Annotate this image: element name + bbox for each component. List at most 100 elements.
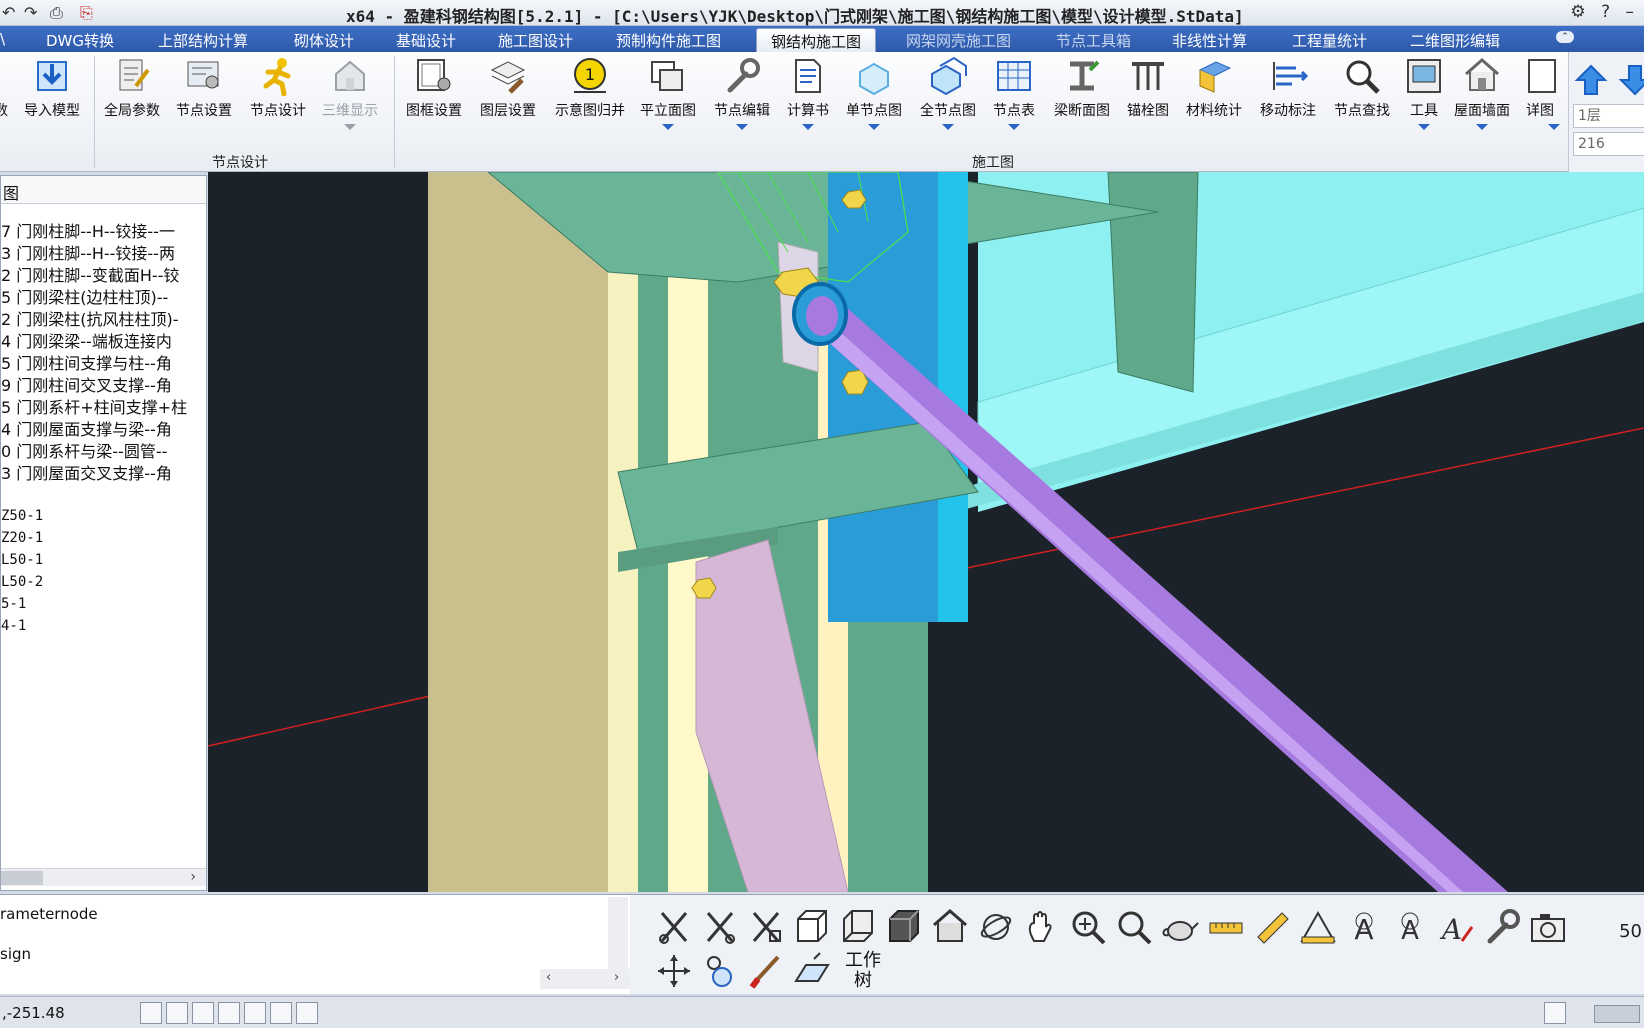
home-view-icon[interactable] <box>930 907 970 947</box>
tree-item[interactable]: 9 门刚柱间交叉支撑--角 <box>1 376 172 396</box>
roof-wall-button[interactable]: 屋面墙面 <box>1446 56 1518 142</box>
tree-item[interactable]: 4 门刚梁梁--端板连接内 <box>1 332 172 352</box>
minimize-icon[interactable]: – <box>1626 2 1635 22</box>
scroll-thumb[interactable] <box>1 871 43 885</box>
calc-book-button[interactable]: 计算书 <box>772 56 844 142</box>
3d-display-button[interactable]: 三维显示 <box>314 56 386 142</box>
tree-item[interactable]: 3 门刚柱脚--H--铰接--两 <box>1 244 175 264</box>
partial-button[interactable]: 数 <box>0 56 10 142</box>
tree-code-item[interactable]: L50-1 <box>1 550 43 570</box>
redo-icon[interactable]: ↷ <box>24 3 37 22</box>
tree-item[interactable]: 5 门刚系杆+柱间支撑+柱 <box>1 398 187 418</box>
tab-upper-structure[interactable]: 上部结构计算 <box>158 30 248 51</box>
frame-settings-button[interactable]: 图框设置 <box>398 56 470 142</box>
tree-item[interactable]: 0 门刚系杆与梁--圆管-- <box>1 442 167 462</box>
text-edit-icon[interactable]: A <box>1436 907 1476 947</box>
move-icon[interactable] <box>654 951 694 991</box>
zoom-slider[interactable] <box>1594 1005 1640 1023</box>
tree-item[interactable]: 5 门刚柱间支撑与柱--角 <box>1 354 172 374</box>
snap-icon[interactable] <box>140 1002 162 1024</box>
floor-up-icon[interactable] <box>1573 62 1609 98</box>
measure-icon[interactable] <box>1206 907 1246 947</box>
angle-measure-icon[interactable] <box>1298 907 1338 947</box>
close-file-icon[interactable]: ⎘ <box>80 3 93 23</box>
help-icon[interactable]: ? <box>1601 2 1610 22</box>
pan-icon[interactable] <box>1022 907 1062 947</box>
tree-code-item[interactable]: Z20-1 <box>1 528 43 548</box>
render-teapot-icon[interactable] <box>1160 907 1200 947</box>
tab-foundation[interactable]: 基础设计 <box>396 30 456 51</box>
global-params-button[interactable]: 全局参数 <box>96 56 168 142</box>
chevron-right-icon[interactable]: › <box>190 869 196 885</box>
paint-brush-icon[interactable] <box>746 951 786 991</box>
tab-node-toolbox[interactable]: 节点工具箱 <box>1056 30 1131 51</box>
import-model-button[interactable]: 导入模型 <box>16 56 88 142</box>
diagram-merge-button[interactable]: 1 示意图归并 <box>550 56 630 142</box>
panel-horizontal-scrollbar[interactable]: › <box>1 868 206 886</box>
plan-elevation-button[interactable]: 平立面图 <box>632 56 704 142</box>
node-settings-button[interactable]: 节点设置 <box>168 56 240 142</box>
command-vertical-scrollbar[interactable] <box>608 897 628 969</box>
grid-icon[interactable] <box>166 1002 188 1024</box>
undo-icon[interactable]: ↶ <box>2 3 15 22</box>
cut-member-icon[interactable] <box>700 907 740 947</box>
tree-item[interactable]: 2 门刚柱脚--变截面H--铰 <box>1 266 179 286</box>
tree-item[interactable]: 5 门刚梁柱(边柱柱顶)-- <box>1 288 168 308</box>
beam-section-button[interactable]: 梁断面图 <box>1046 56 1118 142</box>
anchor-bolt-button[interactable]: 锚栓图 <box>1112 56 1184 142</box>
tree-item[interactable]: 4 门刚屋面支撑与梁--角 <box>1 420 172 440</box>
node-edit-button[interactable]: 节点编辑 <box>706 56 778 142</box>
elevation-field[interactable]: 216 <box>1573 132 1644 156</box>
tree-item[interactable]: 7 门刚柱脚--H--铰接--一 <box>1 222 175 242</box>
node-design-button[interactable]: 节点设计 <box>242 56 314 142</box>
tab-partial[interactable]: \ <box>0 30 5 48</box>
cut-all-icon[interactable] <box>746 907 786 947</box>
view-front-icon[interactable] <box>792 907 832 947</box>
print-icon[interactable]: ⎙ <box>50 3 63 23</box>
tree-item[interactable]: 3 门刚屋面交叉支撑--角 <box>1 464 172 484</box>
section-plane-icon[interactable] <box>792 951 832 991</box>
zoom-extents-icon[interactable] <box>1068 907 1108 947</box>
material-stats-button[interactable]: 材料统计 <box>1178 56 1250 142</box>
cut-node-icon[interactable] <box>654 907 694 947</box>
command-horizontal-scrollbar[interactable]: ‹ › <box>540 969 630 989</box>
layout-icon[interactable] <box>1544 1002 1566 1024</box>
move-annotation-button[interactable]: 移动标注 <box>1252 56 1324 142</box>
camera-icon[interactable] <box>1528 907 1568 947</box>
tab-nonlinear[interactable]: 非线性计算 <box>1172 30 1247 51</box>
tree-code-item[interactable]: L50-2 <box>1 572 43 592</box>
settings-icon[interactable]: ⚙ <box>1570 2 1585 22</box>
work-tree-button[interactable]: 工作树 <box>845 951 881 991</box>
text-style-a-icon[interactable]: A <box>1344 907 1384 947</box>
tab-dwg[interactable]: DWG转换 <box>46 30 114 51</box>
dynamic-ucs-icon[interactable] <box>296 1002 318 1024</box>
node-table-button[interactable]: 节点表 <box>978 56 1050 142</box>
3d-viewport[interactable] <box>208 172 1644 892</box>
all-nodes-button[interactable]: 全节点图 <box>912 56 984 142</box>
chevron-left-icon[interactable]: ‹ <box>546 970 551 985</box>
tab-2d-edit[interactable]: 二维图形编辑 <box>1410 30 1500 51</box>
tab-quantity[interactable]: 工程量统计 <box>1292 30 1367 51</box>
floor-select[interactable]: 1层 <box>1573 104 1644 128</box>
ribbon-collapse-icon[interactable]: ⌃ <box>1556 31 1574 43</box>
text-size-a-icon[interactable]: A <box>1390 907 1430 947</box>
tree-code-item[interactable]: 4-1 <box>1 616 26 636</box>
ruler-icon[interactable] <box>1252 907 1292 947</box>
tab-masonry[interactable]: 砌体设计 <box>294 30 354 51</box>
polar-icon[interactable] <box>218 1002 240 1024</box>
chevron-right-icon[interactable]: › <box>614 970 619 985</box>
angle-icon[interactable] <box>270 1002 292 1024</box>
floor-down-icon[interactable] <box>1617 62 1644 98</box>
tree-item[interactable]: 2 门刚梁柱(抗风柱柱顶)- <box>1 310 179 330</box>
object-snap-icon[interactable] <box>244 1002 266 1024</box>
tab-precast[interactable]: 预制构件施工图 <box>616 30 721 51</box>
single-node-button[interactable]: 单节点图 <box>838 56 910 142</box>
detail-drawing-button[interactable]: 详图 <box>1514 56 1568 142</box>
tree-code-item[interactable]: 5-1 <box>1 594 26 614</box>
zoom-icon[interactable] <box>1114 907 1154 947</box>
view-iso-icon[interactable] <box>884 907 924 947</box>
view-side-icon[interactable] <box>838 907 878 947</box>
tab-grid-shell[interactable]: 网架网壳施工图 <box>906 30 1011 51</box>
settings-wrench-icon[interactable] <box>1482 907 1522 947</box>
orbit-icon[interactable] <box>976 907 1016 947</box>
